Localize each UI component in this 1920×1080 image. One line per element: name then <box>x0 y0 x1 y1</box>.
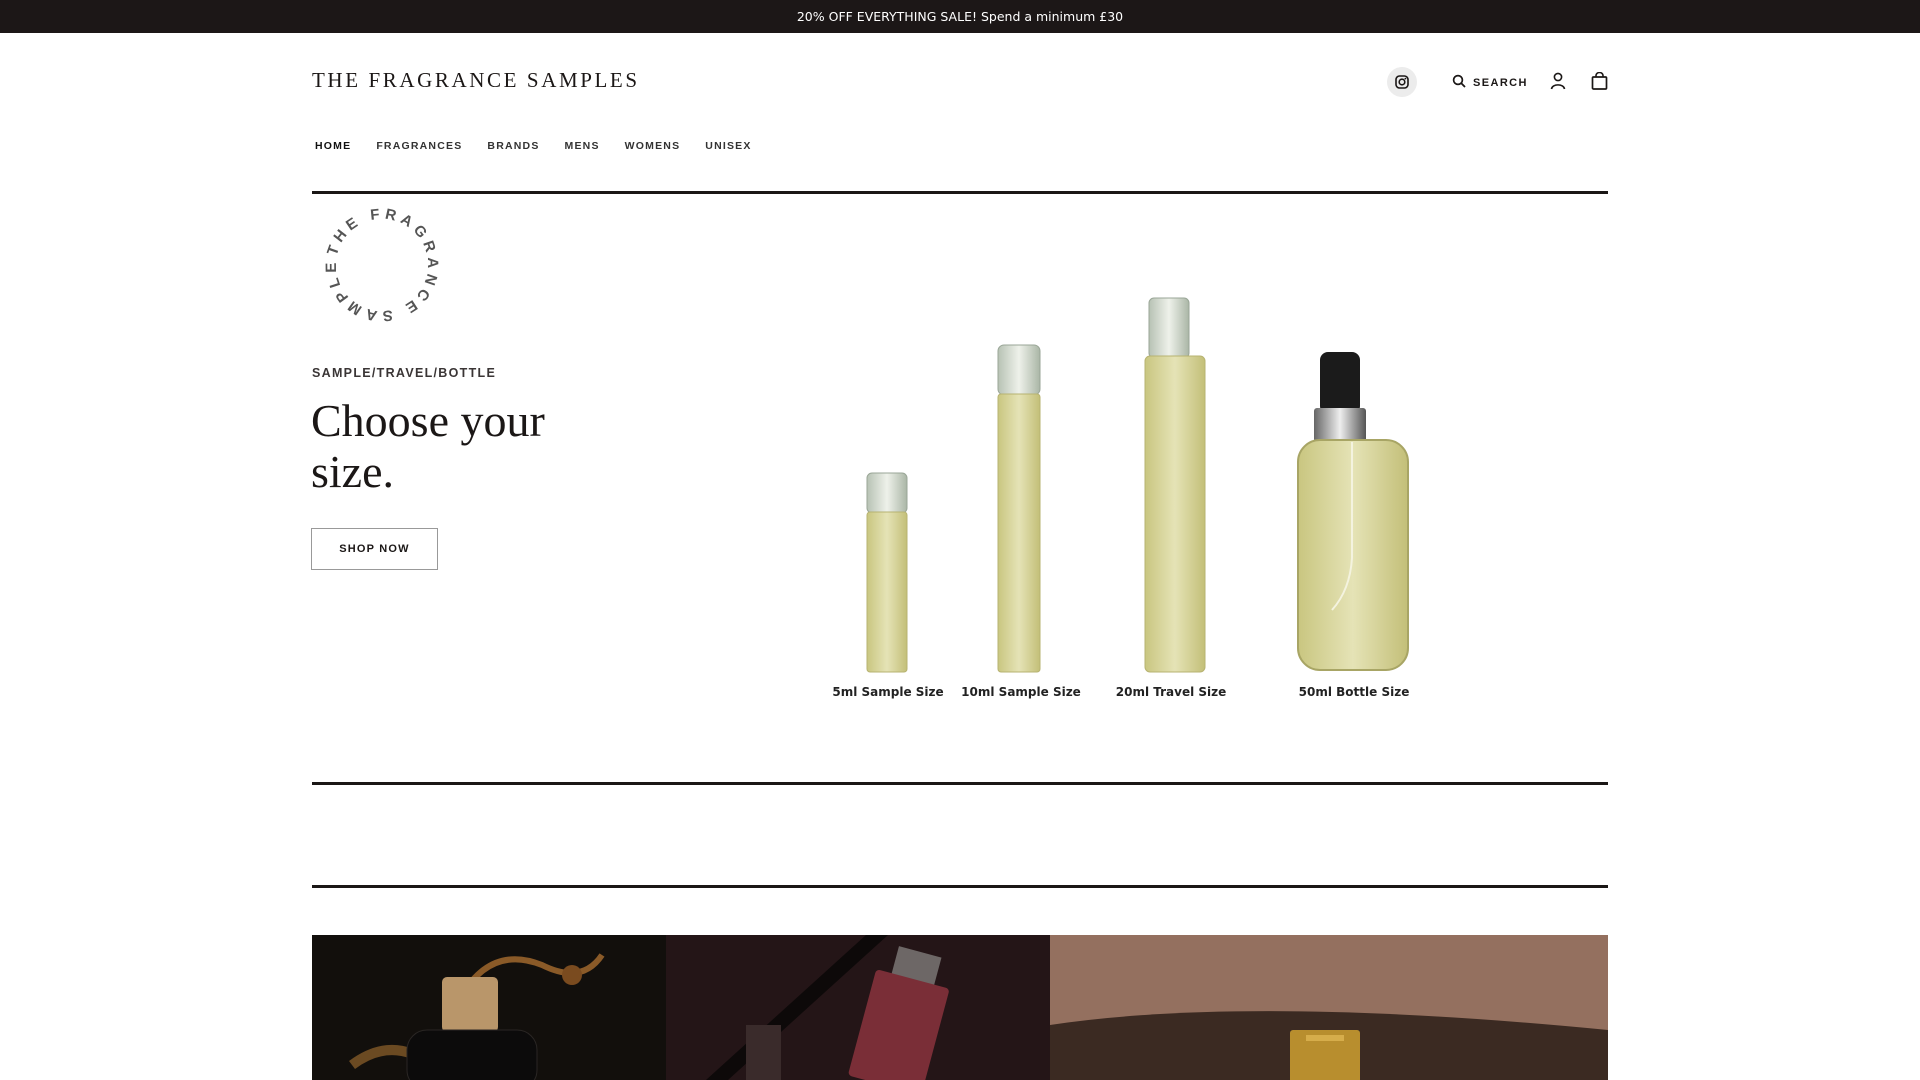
search-icon <box>1452 74 1466 91</box>
nav-item-womens[interactable]: WOMENS <box>625 140 681 152</box>
search-label: SEARCH <box>1473 76 1528 89</box>
cart-icon[interactable] <box>1591 71 1608 95</box>
main-nav: HOME FRAGRANCES BRANDS MENS WOMENS UNISE… <box>315 140 777 152</box>
shop-now-button[interactable]: SHOP NOW <box>311 528 438 570</box>
badge-text: THE FRAGRANCE SAMPLES <box>322 205 437 324</box>
size-label-5ml: 5ml Sample Size <box>832 685 944 699</box>
nav-item-fragrances[interactable]: FRAGRANCES <box>376 140 462 152</box>
bottle-20ml <box>1144 297 1206 673</box>
collection-image-2 <box>706 935 949 1080</box>
bottle-50ml <box>1297 352 1409 671</box>
collection-image-1 <box>349 953 605 1080</box>
bottle-10ml <box>997 344 1041 673</box>
size-label-20ml: 20ml Travel Size <box>1115 685 1227 699</box>
svg-text:THE FRAGRANCE SAMPLES: THE FRAGRANCE SAMPLES <box>322 205 441 324</box>
announcement-text: 20% OFF EVERYTHING SALE! Spend a minimum… <box>796 9 1124 24</box>
collection-tile-3[interactable] <box>1050 935 1608 1080</box>
size-label-50ml: 50ml Bottle Size <box>1298 685 1410 699</box>
hero-headline: Choose your size. <box>311 395 545 497</box>
collection-tile-1[interactable] <box>312 935 666 1080</box>
section-divider <box>312 782 1608 785</box>
search-button[interactable]: SEARCH <box>1452 74 1528 91</box>
hero-eyebrow: SAMPLE/TRAVEL/BOTTLE <box>312 366 497 380</box>
bottle-sizes-image <box>866 297 1409 673</box>
nav-item-brands[interactable]: BRANDS <box>487 140 539 152</box>
site-logo[interactable]: THE FRAGRANCE SAMPLES <box>312 68 640 93</box>
collection-tile-2[interactable] <box>666 935 1050 1080</box>
bottle-5ml <box>866 472 908 673</box>
nav-item-unisex[interactable]: UNISEX <box>705 140 751 152</box>
brand-badge: THE FRAGRANCE SAMPLES <box>322 205 441 324</box>
section-divider <box>312 885 1608 888</box>
account-icon[interactable] <box>1550 72 1566 95</box>
collection-image-3 <box>1050 935 1608 1080</box>
collection-tiles <box>312 935 1608 1080</box>
nav-item-mens[interactable]: MENS <box>565 140 600 152</box>
section-divider <box>312 191 1608 194</box>
announcement-bar: 20% OFF EVERYTHING SALE! Spend a minimum… <box>0 0 1920 33</box>
instagram-icon[interactable] <box>1387 67 1417 97</box>
nav-item-home[interactable]: HOME <box>315 140 351 152</box>
size-label-10ml: 10ml Sample Size <box>961 685 1081 699</box>
